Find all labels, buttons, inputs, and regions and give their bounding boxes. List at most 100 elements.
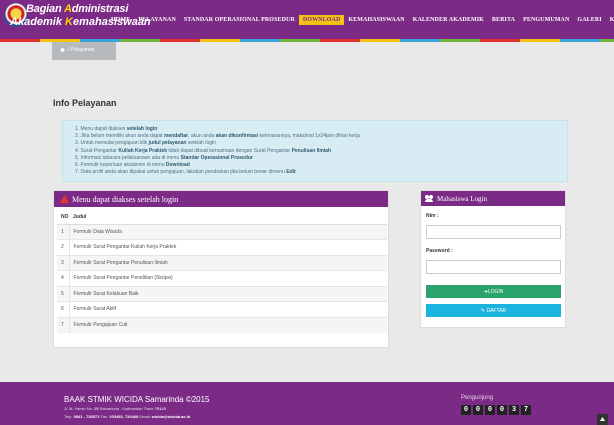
daftar-button-label: DAFTAR — [486, 307, 507, 314]
row-number: 2 — [57, 239, 70, 255]
brand-text: dministrasi — [71, 3, 129, 15]
row-title[interactable]: Formulir Surat Pengantar Kuliah Kerja Pr… — [69, 239, 387, 255]
nav-item-pelayanan[interactable]: PELAYANAN — [134, 15, 179, 25]
nav-item-kemahasiswaan[interactable]: KEMAHASISWAAN — [344, 15, 408, 25]
col-no: NO — [57, 210, 69, 225]
brand-text: agian — [33, 3, 64, 15]
warning-icon — [60, 195, 69, 203]
row-title[interactable]: Formulir Data Wisuda — [69, 223, 387, 240]
info-text: setelah login — [186, 140, 216, 147]
row-title[interactable]: Formulir Surat Kelakuan Baik — [69, 285, 387, 302]
nav-item-home[interactable]: HOME — [107, 15, 134, 25]
nav-item-kalender-akademik[interactable]: KALENDER AKADEMIK — [409, 15, 488, 25]
counter-digit: 3 — [509, 405, 519, 415]
email-link[interactable]: wicida@wicida.ac.id — [152, 414, 191, 419]
nav-item-galeri[interactable]: GALERI — [573, 15, 605, 25]
info-highlight: setelah login — [126, 126, 158, 132]
password-input[interactable] — [426, 260, 561, 274]
table-row[interactable]: 6 Formulir Surat Aktif — [57, 301, 387, 317]
footer-title: BAAK STMIK WICIDA Samarinda ©2015 — [64, 395, 210, 404]
counter-digit: 0 — [485, 405, 495, 415]
main-nav: HOME PELAYANAN STANDAR OPERASIONAL PROSEDU… — [107, 15, 614, 25]
brand-text: kademik — [17, 16, 66, 28]
info-item: 5. Informasi tatacara pelaksanaan ada di… — [75, 155, 567, 162]
info-item: 3. Untuk memulai pengajuan klik judul pe… — [75, 140, 567, 147]
nav-item-standar-operasional-prosedur[interactable]: STANDAR OPERASIONAL PROSEDUR — [180, 15, 299, 25]
info-text: tidak dapat dibuat bersamaan dengan Sura… — [167, 147, 292, 154]
addr-text: Samarinda - Kalimantan Timur — [98, 406, 155, 411]
row-number: 7 — [57, 316, 70, 333]
table-row[interactable]: 1 Formulir Data Wisuda — [57, 223, 387, 240]
nim-input[interactable] — [426, 225, 561, 239]
nav-item-berita[interactable]: BERITA — [488, 15, 519, 25]
email-label: Email: — [138, 414, 152, 419]
info-highlight: Edit — [286, 169, 296, 176]
row-number: 6 — [57, 301, 70, 317]
addr-zip: 75123 — [154, 406, 166, 411]
counter-digit: 7 — [521, 405, 531, 415]
daftar-button[interactable]: ✎ DAFTAR — [426, 304, 561, 317]
nav-item-download[interactable]: DOWNLOAD — [298, 15, 345, 25]
info-item: 2. Jika belum memiliki akun anda dapat m… — [75, 133, 567, 140]
footer-address: Jl. M. Yamin No. 25 Samarinda - Kalimant… — [64, 406, 166, 411]
info-highlight: akan dikonfirmasi — [215, 133, 259, 140]
home-icon[interactable] — [60, 47, 65, 52]
users-icon — [425, 195, 434, 202]
row-title[interactable]: Formulir Surat Pengantar Penulisan Ilmia… — [69, 254, 387, 271]
info-highlight: Download — [165, 162, 190, 169]
table-row[interactable]: 3 Formulir Surat Pengantar Penulisan Ilmi… — [57, 254, 387, 271]
row-title[interactable]: Formulir Pengajuan Cuti — [69, 316, 387, 333]
brand-letter: B — [26, 3, 34, 15]
service-list-header: Menu dapat diakses setelah login — [54, 191, 388, 207]
info-highlight: mendaftar — [163, 133, 189, 140]
info-text: 6. Formulir keperluan akademin di menu — [75, 162, 166, 169]
info-text: , akun anda — [188, 133, 216, 140]
tel-value: 0541 - 736071 — [73, 414, 100, 419]
login-button[interactable]: ➜ LOGIN — [426, 285, 561, 298]
login-panel: Mahasiswa Login Nim : Password : ➜ LOGIN … — [420, 190, 566, 328]
password-label: Password : — [426, 248, 453, 254]
tel-label: Telp. — [64, 414, 74, 419]
info-text: 3. Untuk memulai pengajuan klik — [75, 140, 149, 147]
table-row[interactable]: 2 Formulir Surat Pengantar Kuliah Kerja P… — [57, 239, 387, 255]
nav-item-pengumuman[interactable]: PENGUMUMAN — [519, 15, 573, 25]
info-item: 4. Surat Pengantar Kuliah Kerja Praktek … — [75, 148, 567, 155]
row-number: 4 — [57, 270, 70, 286]
counter-digit: 0 — [497, 405, 507, 415]
login-header: Mahasiswa Login — [421, 191, 565, 206]
info-text: 7. Data profil anda akan dipakai untuk p… — [75, 169, 287, 176]
scroll-top-icon[interactable] — [597, 414, 608, 425]
footer-contact: Telp. 0541 - 736071 Fax. 203492, 734468 … — [64, 414, 190, 419]
info-text: 2. Jika belum memiliki akun anda dapat — [75, 133, 164, 140]
service-list-panel: Menu dapat diakses setelah login NO Judu… — [53, 190, 389, 348]
table-row[interactable]: 5 Formulir Surat Kelakuan Baik — [57, 285, 387, 302]
table-row[interactable]: 4 Formulir Surat Pengantar Penelitian (Sk… — [57, 270, 387, 286]
breadcrumb-current: / Pelayanan — [68, 47, 95, 53]
info-item: 6. Formulir keperluan akademin di menu D… — [75, 162, 567, 169]
nim-label: Nim : — [426, 213, 439, 219]
info-item: 7. Data profil anda akan dipakai untuk p… — [75, 169, 567, 176]
row-number: 3 — [57, 254, 70, 271]
col-judul: Judul — [69, 210, 387, 225]
info-text: ketenarannya, maksimal 1x24jam dihari ke… — [258, 133, 360, 140]
info-highlight: Kuliah Kerja Praktek — [118, 147, 168, 154]
info-text: 5. Informasi tatacara pelaksanaan ada di… — [75, 154, 181, 161]
info-highlight: Standar Operasional Prosedur — [180, 154, 253, 161]
visitor-label: Pengunjung — [461, 395, 494, 401]
info-box: 1. Menu dapat diakses setelah login 2. Ji… — [62, 120, 568, 182]
service-table: NO Judul 1 Formulir Data Wisuda 2 Formulir … — [57, 210, 387, 333]
info-text: 4. Surat Pengantar — [75, 147, 119, 154]
info-highlight: judul pelayanan — [148, 140, 187, 147]
addr-text: Jl. M. Yamin No. — [64, 406, 95, 411]
nav-item-kontak[interactable]: KONTAK — [606, 15, 614, 25]
row-title[interactable]: Formulir Surat Aktif — [69, 301, 387, 317]
service-list-title: Menu dapat diakses setelah login — [72, 194, 179, 204]
info-item: 1. Menu dapat diakses setelah login — [75, 126, 567, 133]
row-title[interactable]: Formulir Surat Pengantar Penelitian (Skr… — [69, 270, 387, 286]
login-button-label: LOGIN — [487, 288, 504, 295]
brand-letter: A — [10, 16, 18, 28]
table-row[interactable]: 7 Formulir Pengajuan Cuti — [57, 316, 387, 333]
brand-letter: K — [65, 16, 73, 28]
info-highlight: Penulisan Ilmiah — [291, 147, 332, 154]
fax-value: 203492, 734468 — [109, 414, 139, 419]
